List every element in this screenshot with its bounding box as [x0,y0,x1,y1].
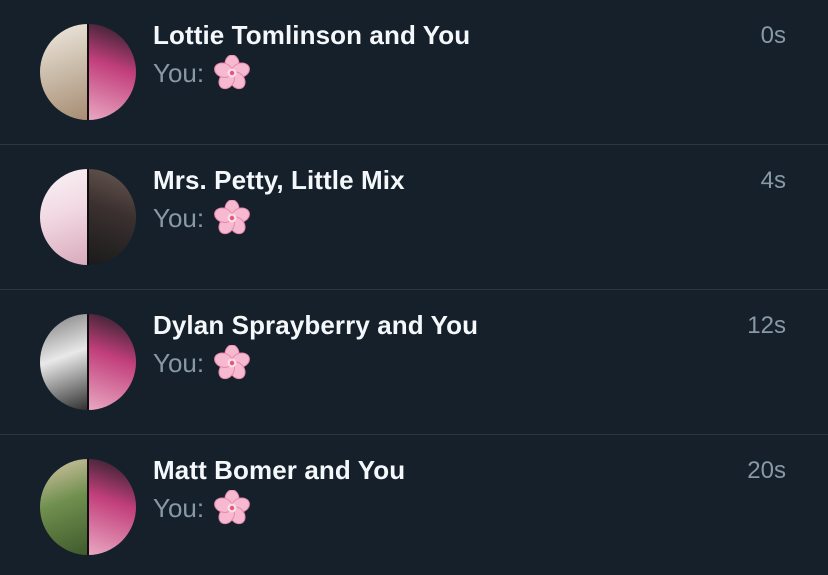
avatar-left-photo [40,459,88,555]
avatar-divider [87,169,89,265]
conversation-title: Matt Bomer and You [153,455,406,485]
message-preview: You: [153,198,250,238]
avatar-right-photo [88,169,136,265]
preview-sender: You: [153,492,205,523]
message-preview: You: [153,488,250,528]
conversation-timestamp: 12s [747,312,786,339]
conversation-list: Lottie Tomlinson and You 0s You: Mrs. Pe… [0,0,828,575]
conversation-title: Lottie Tomlinson and You [153,20,471,50]
cherry-blossom-icon [214,54,250,91]
conversation-item[interactable]: Lottie Tomlinson and You 0s You: [0,0,828,144]
avatar-right-photo [88,314,136,410]
preview-sender: You: [153,57,205,88]
conversation-item[interactable]: Matt Bomer and You 20s You: [0,435,828,575]
conversation-title: Mrs. Petty, Little Mix [153,165,405,195]
avatar-divider [87,459,89,555]
avatar-right-photo [88,24,136,120]
cherry-blossom-icon [214,199,250,236]
avatar-divider [87,24,89,120]
group-avatar [40,169,136,265]
group-avatar [40,459,136,555]
conversation-title: Dylan Sprayberry and You [153,310,479,340]
message-preview: You: [153,343,250,383]
conversation-item[interactable]: Mrs. Petty, Little Mix 4s You: [0,145,828,289]
conversation-timestamp: 0s [760,22,786,49]
avatar-left-photo [40,314,88,410]
preview-sender: You: [153,347,205,378]
group-avatar [40,314,136,410]
message-preview: You: [153,53,250,93]
conversation-timestamp: 20s [747,457,786,484]
avatar-right-photo [88,459,136,555]
avatar-divider [87,314,89,410]
cherry-blossom-icon [214,344,250,381]
conversation-timestamp: 4s [760,167,786,194]
avatar-left-photo [40,24,88,120]
preview-sender: You: [153,202,205,233]
avatar-left-photo [40,169,88,265]
conversation-item[interactable]: Dylan Sprayberry and You 12s You: [0,290,828,434]
group-avatar [40,24,136,120]
cherry-blossom-icon [214,489,250,526]
